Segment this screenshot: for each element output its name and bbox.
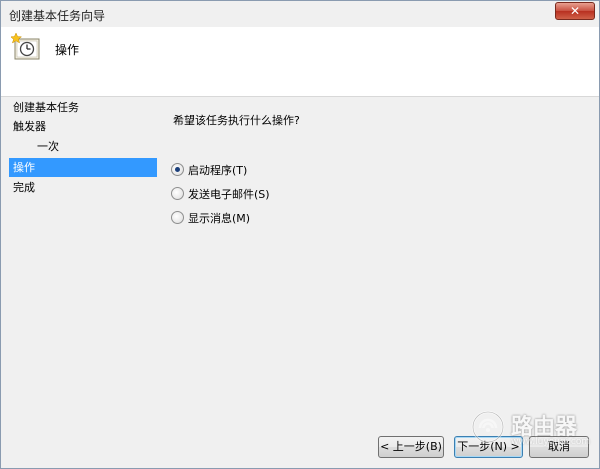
nav-item-trigger[interactable]: 触发器 [9,117,157,136]
watermark: 路由器 www.luyouqi.com [471,406,596,452]
page-title: 操作 [55,43,80,57]
action-question: 希望该任务执行什么操作? [173,114,300,127]
router-logo-icon [471,410,505,444]
radio-button[interactable] [171,163,184,176]
radio-selected-dot [175,167,180,172]
nav-item-action[interactable]: 操作 [9,158,157,177]
back-button[interactable]: < 上一步(B) [378,436,444,458]
window-title: 创建基本任务向导 [9,9,106,23]
nav-item-finish[interactable]: 完成 [9,178,157,197]
radio-button[interactable] [171,187,184,200]
radio-button[interactable] [171,211,184,224]
nav-item-create-basic-task[interactable]: 创建基本任务 [9,98,157,117]
option-label[interactable]: 显示消息(M) [188,210,250,226]
option-label[interactable]: 发送电子邮件(S) [188,186,270,202]
nav-item-once[interactable]: 一次 [9,137,157,156]
task-clock-icon [11,33,40,60]
wizard-window: 创建基本任务向导 ✕ 操作 创建基本任务 触发器 一次 操作 完成 希望该任务执… [0,0,600,469]
title-bar[interactable]: 创建基本任务向导 ✕ [1,1,599,27]
close-icon: ✕ [569,4,581,18]
header-panel: 操作 [1,27,599,97]
watermark-subtext: www.luyouqi.com [511,437,591,447]
close-button[interactable]: ✕ [555,2,595,20]
option-label[interactable]: 启动程序(T) [188,162,247,178]
